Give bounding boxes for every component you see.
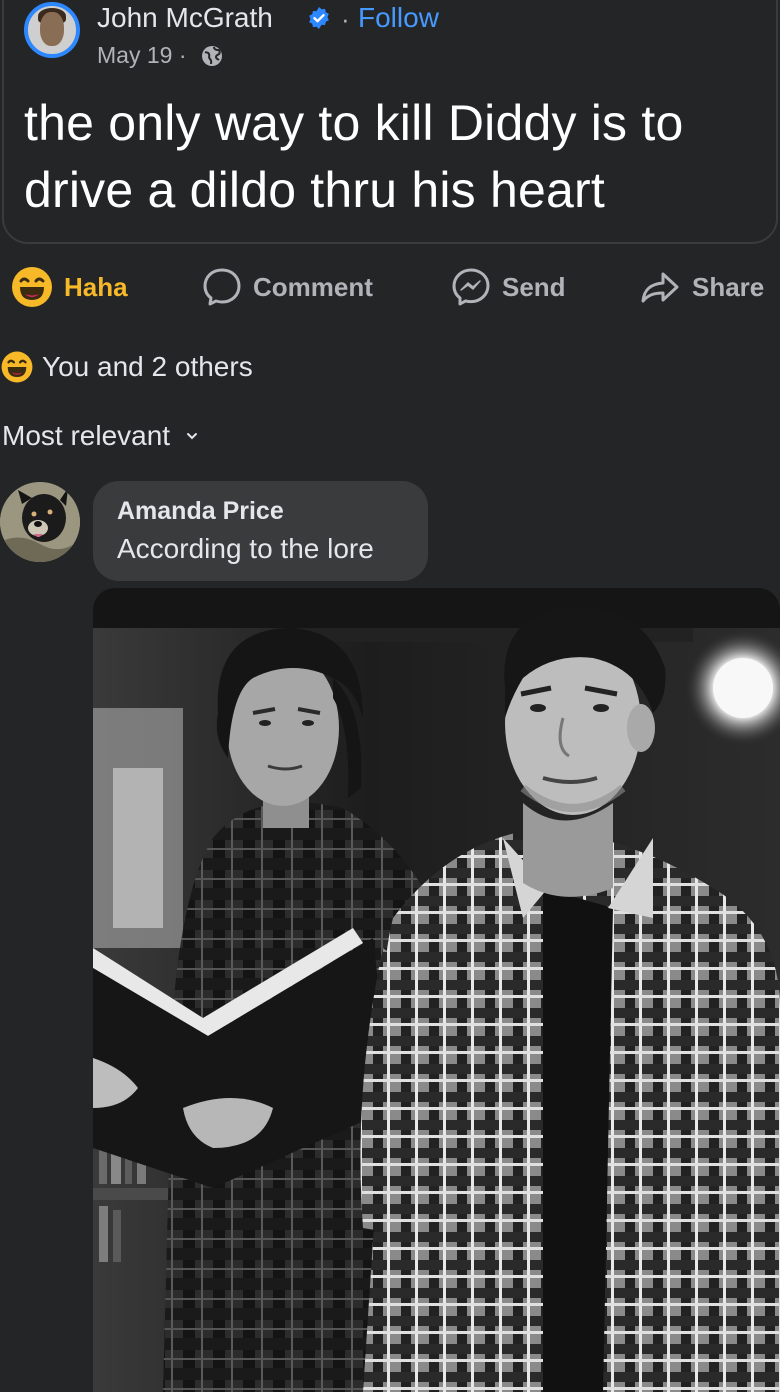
- send-button[interactable]: Send: [450, 264, 566, 310]
- share-arrow-icon: [641, 272, 679, 303]
- follow-button[interactable]: Follow: [358, 2, 439, 34]
- comment-photo[interactable]: [93, 588, 780, 1392]
- comments-sort-dropdown[interactable]: Most relevant: [2, 420, 198, 452]
- haha-emoji-icon: [1, 351, 33, 383]
- photo-two-men-with-book: [93, 588, 780, 1392]
- send-label: Send: [502, 271, 566, 302]
- sort-selected-label: Most relevant: [2, 420, 171, 451]
- post-date[interactable]: May 19 ·: [97, 42, 186, 69]
- author-name[interactable]: John McGrath: [97, 2, 273, 34]
- dog-avatar-icon: [0, 482, 80, 562]
- chevron-down-icon: [187, 433, 198, 440]
- comment-author[interactable]: Amanda Price: [117, 497, 284, 526]
- avatar-face: [40, 12, 64, 46]
- share-label: Share: [692, 271, 765, 302]
- comment-bubble[interactable]: Amanda Price According to the lore: [93, 481, 428, 581]
- share-button[interactable]: Share: [640, 264, 764, 310]
- comment-text: According to the lore: [117, 533, 374, 564]
- messenger-icon: [452, 268, 490, 306]
- globe-icon: [202, 46, 222, 66]
- reactions-summary[interactable]: You and 2 others: [0, 350, 253, 384]
- commenter-avatar[interactable]: [0, 482, 80, 562]
- dot-separator: ·: [341, 4, 350, 34]
- author-avatar[interactable]: [24, 2, 80, 58]
- haha-emoji-icon: [12, 267, 52, 307]
- comment-label: Comment: [253, 271, 373, 302]
- facebook-post-screen: John McGrath · Follow May 19 · the only …: [0, 0, 780, 1392]
- comment-button[interactable]: Comment: [201, 264, 373, 310]
- speech-bubble-icon: [203, 268, 241, 306]
- haha-reaction-button[interactable]: Haha: [10, 264, 128, 310]
- reactions-summary-text: You and 2 others: [42, 351, 253, 382]
- haha-label: Haha: [64, 271, 128, 302]
- post-text: the only way to kill Diddy is to drive a…: [24, 95, 684, 218]
- verified-badge-icon: [309, 7, 329, 29]
